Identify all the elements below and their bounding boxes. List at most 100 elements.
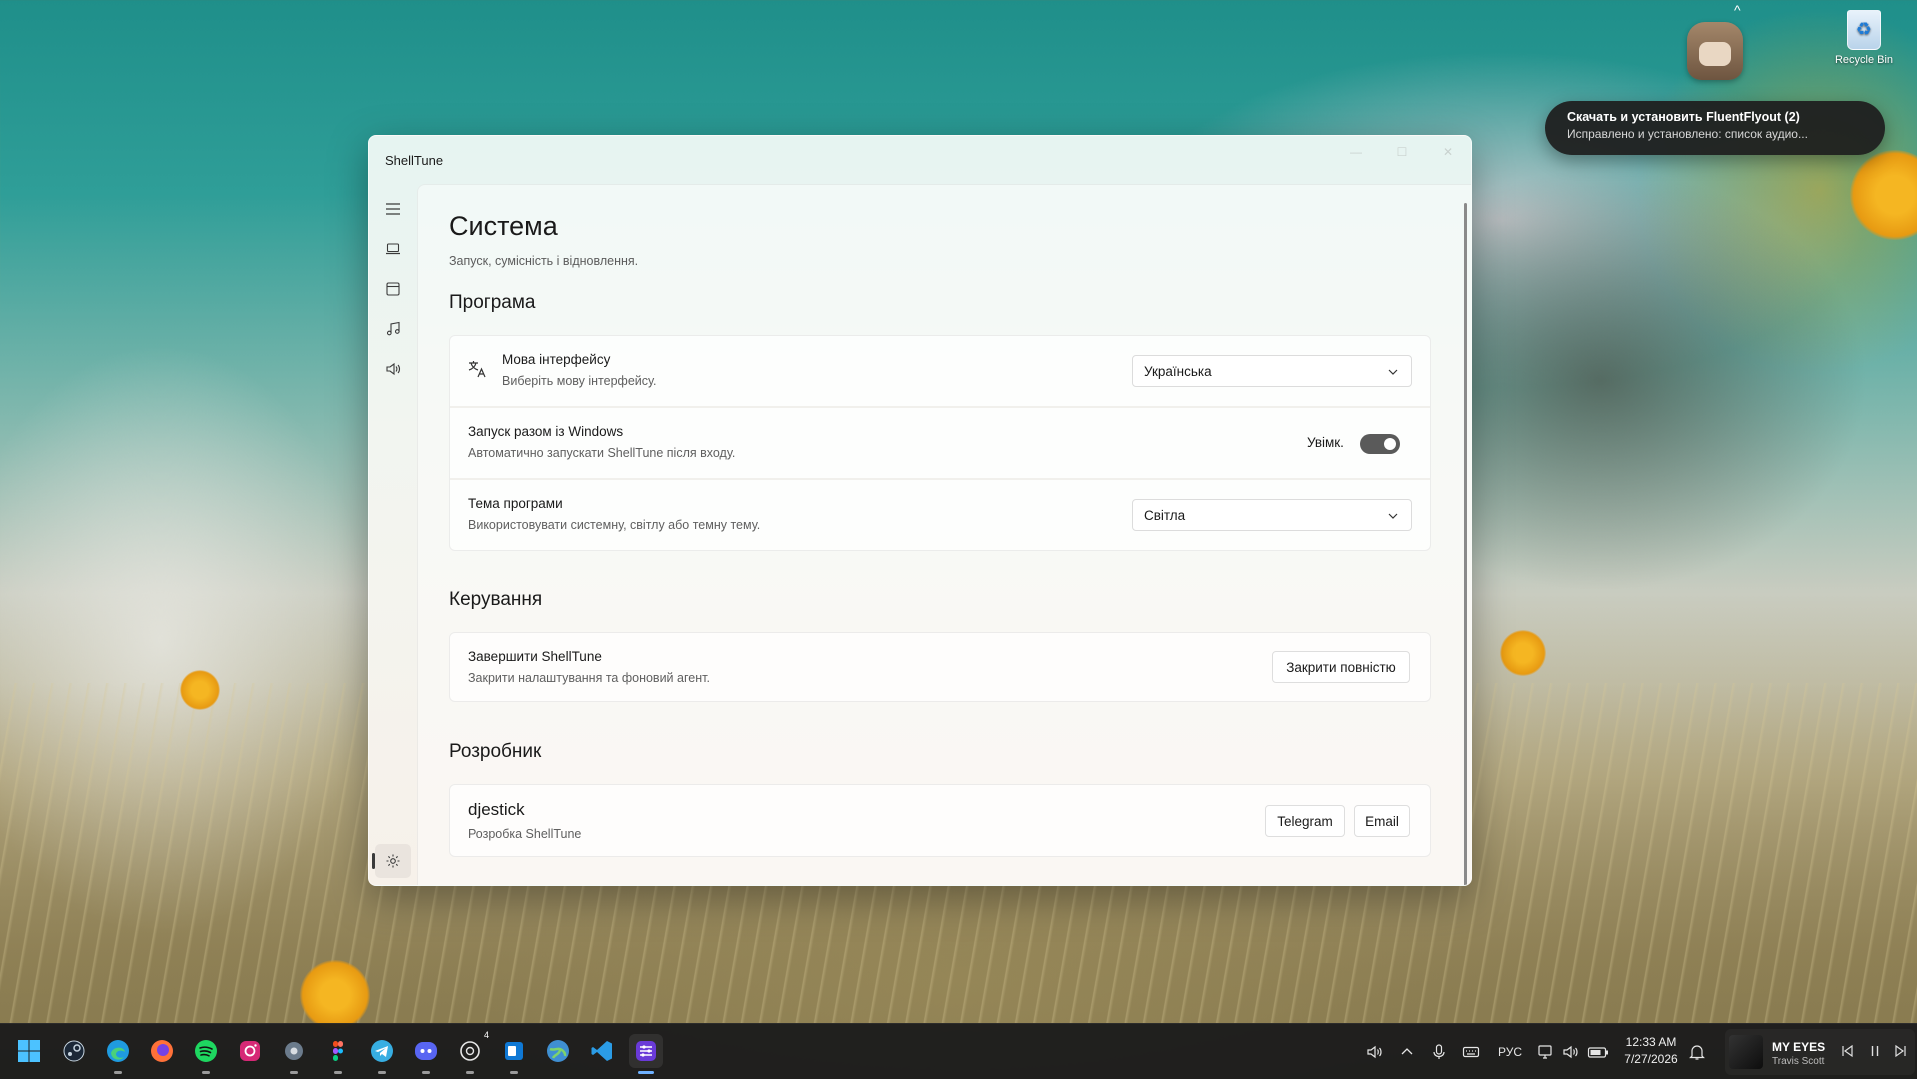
vscode-icon	[591, 1041, 612, 1061]
telegram-button[interactable]: Telegram	[1265, 805, 1345, 837]
music-note-icon	[386, 321, 400, 336]
recycle-bin-label: Recycle Bin	[1834, 54, 1894, 66]
startup-title: Запуск разом із Windows	[468, 424, 624, 439]
telegram-icon	[371, 1040, 393, 1062]
pause-icon[interactable]	[1867, 1043, 1883, 1059]
theme-dropdown-value: Світла	[1144, 508, 1186, 523]
email-button[interactable]: Email	[1354, 805, 1410, 837]
battery-icon[interactable]	[1587, 1043, 1609, 1061]
media-player-widget[interactable]: MY EYES Travis Scott	[1725, 1029, 1915, 1075]
developer-name: djestick	[468, 800, 525, 819]
network-icon[interactable]	[1537, 1043, 1555, 1061]
quit-description: Закрити налаштування та фоновий агент.	[468, 671, 710, 685]
start-icon	[18, 1040, 40, 1062]
nav-item-windows[interactable]	[375, 272, 411, 306]
taskbar-vscode[interactable]	[585, 1034, 619, 1068]
steam-icon	[63, 1040, 85, 1062]
theme-dropdown[interactable]: Світла	[1132, 499, 1412, 531]
desktop-mascot-widget[interactable]	[1687, 22, 1743, 80]
taskbar-figma[interactable]	[321, 1034, 355, 1074]
previous-track-icon[interactable]	[1839, 1043, 1855, 1059]
speaker-icon[interactable]	[1562, 1043, 1580, 1061]
firefox-icon	[151, 1040, 173, 1062]
chevron-down-icon	[1388, 369, 1398, 375]
taskbar-outlook[interactable]	[497, 1034, 531, 1074]
browser-globe-icon	[547, 1040, 569, 1062]
figma-icon	[333, 1041, 343, 1061]
quit-completely-button[interactable]: Закрити повністю	[1272, 651, 1410, 683]
startup-setting-row: Запуск разом із Windows Автоматично запу…	[450, 408, 1430, 478]
notification-badge: 4	[483, 1030, 489, 1040]
nav-item-music[interactable]	[375, 312, 411, 346]
shelltune-icon	[636, 1041, 656, 1061]
theme-setting-row: Тема програми Використовувати системну, …	[450, 480, 1430, 550]
settings-content: Система Запуск, сумісність і відновлення…	[417, 184, 1471, 885]
theme-title: Тема програми	[468, 496, 563, 511]
taskbar-firefox[interactable]	[145, 1034, 179, 1068]
navigation-rail	[369, 184, 417, 885]
settings-icon	[285, 1042, 303, 1060]
title-bar[interactable]: ShellTune — ☐ ✕	[369, 136, 1471, 184]
close-button[interactable]: ✕	[1425, 136, 1471, 168]
minimize-button[interactable]: —	[1333, 136, 1379, 168]
startup-toggle[interactable]	[1360, 434, 1400, 454]
clock-date: 7/27/2026	[1624, 1052, 1678, 1066]
next-track-icon[interactable]	[1893, 1043, 1909, 1059]
media-artist: Travis Scott	[1772, 1056, 1825, 1067]
system-clock[interactable]: 12:33 AM 7/27/2026	[1620, 1034, 1682, 1068]
taskbar: 4 РУС 12:33 AM 7/27/2026 MY EYES Travis …	[0, 1023, 1917, 1079]
taskbar-browser[interactable]	[541, 1034, 575, 1068]
startup-description: Автоматично запускати ShellTune після вх…	[468, 446, 736, 460]
spotify-icon	[195, 1040, 217, 1062]
input-language-indicator[interactable]: РУС	[1497, 1043, 1523, 1061]
taskbar-steam[interactable]	[57, 1034, 91, 1068]
recycle-bin-icon	[1847, 10, 1881, 50]
taskbar-settings[interactable]	[277, 1034, 311, 1074]
toast-title: Скачать и установить FluentFlyout (2)	[1567, 110, 1800, 124]
taskbar-edge[interactable]	[101, 1034, 135, 1074]
page-title: Система	[449, 211, 558, 241]
keyboard-icon[interactable]	[1462, 1043, 1480, 1061]
vertical-scrollbar[interactable]	[1464, 203, 1467, 885]
page-subtitle: Запуск, сумісність і відновлення.	[449, 254, 639, 268]
media-song-title: MY EYES	[1772, 1040, 1826, 1054]
taskbar-shelltune[interactable]	[629, 1034, 663, 1074]
notification-toast[interactable]: Скачать и установить FluentFlyout (2) Ис…	[1545, 101, 1885, 155]
volume-icon[interactable]	[1366, 1043, 1384, 1061]
section-header-control: Керування	[449, 589, 543, 610]
chevron-up-icon[interactable]	[1398, 1043, 1416, 1061]
edge-icon	[107, 1040, 129, 1062]
taskbar-chatgpt[interactable]: 4	[453, 1030, 489, 1074]
microphone-icon[interactable]	[1430, 1043, 1448, 1061]
taskbar-spotify[interactable]	[189, 1034, 223, 1074]
taskbar-discord[interactable]	[409, 1034, 443, 1074]
chatgpt-icon	[460, 1041, 480, 1061]
program-settings-card: Мова інтерфейсу Виберіть мову інтерфейсу…	[449, 335, 1431, 551]
taskbar-instagram[interactable]	[233, 1034, 267, 1068]
control-card: Завершити ShellTune Закрити налаштування…	[449, 632, 1431, 702]
outlook-icon	[505, 1042, 523, 1060]
recycle-bin-shortcut[interactable]: Recycle Bin	[1825, 6, 1903, 66]
start-button[interactable]	[12, 1034, 46, 1068]
window-icon	[386, 282, 400, 296]
maximize-button[interactable]: ☐	[1379, 136, 1425, 168]
developer-description: Розробка ShellTune	[468, 827, 582, 841]
nav-item-sound[interactable]	[375, 352, 411, 386]
toast-body: Исправлено и установлено: список аудио..…	[1567, 127, 1808, 141]
language-dropdown[interactable]: Українська	[1132, 355, 1412, 387]
section-header-program: Програма	[449, 292, 536, 313]
wallpaper-flower	[1850, 150, 1917, 240]
nav-item-device[interactable]	[375, 232, 411, 266]
theme-description: Використовувати системну, світлу або тем…	[468, 518, 761, 532]
nav-item-settings[interactable]	[372, 844, 411, 878]
notifications-bell-icon[interactable]	[1688, 1043, 1706, 1061]
window-title: ShellTune	[385, 153, 444, 168]
hamburger-menu-button[interactable]	[375, 192, 411, 226]
chevron-up-icon[interactable]: ^	[1734, 2, 1741, 18]
selection-indicator	[372, 853, 375, 869]
clock-time: 12:33 AM	[1625, 1035, 1677, 1049]
chevron-down-icon	[1388, 513, 1398, 519]
wallpaper-flower	[180, 670, 220, 710]
taskbar-telegram[interactable]	[365, 1034, 399, 1074]
language-setting-row: Мова інтерфейсу Виберіть мову інтерфейсу…	[450, 336, 1430, 406]
